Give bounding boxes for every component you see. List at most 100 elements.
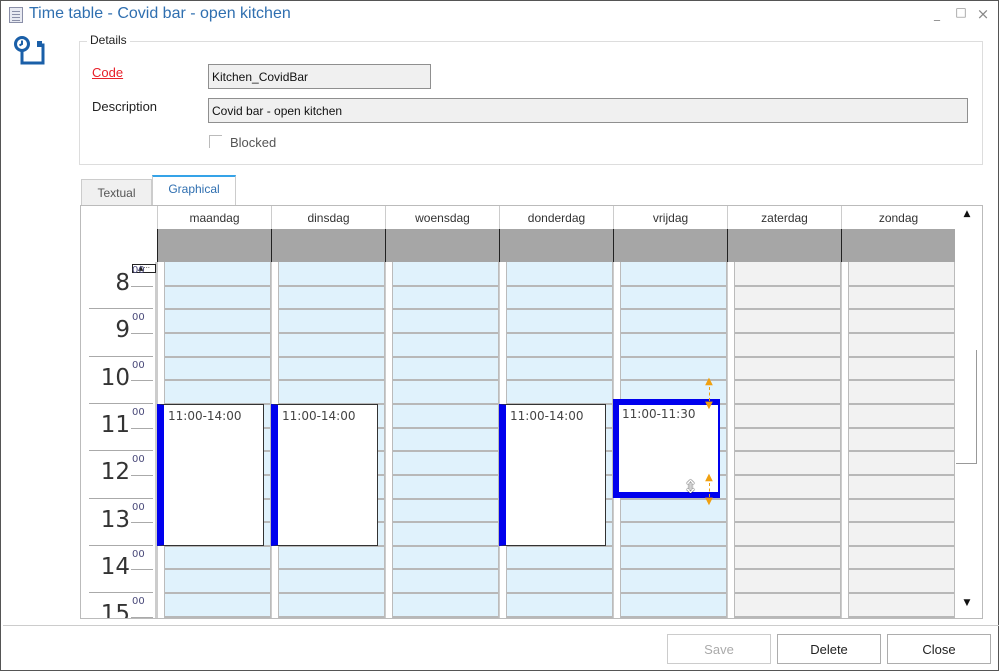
half-hour-line (393, 497, 498, 500)
half-hour-line (849, 426, 954, 429)
day-column-zondag[interactable] (841, 262, 955, 618)
all-day-row[interactable] (613, 229, 727, 262)
half-hour-line (849, 497, 954, 500)
half-hour-line (393, 473, 498, 476)
all-day-row[interactable] (499, 229, 613, 262)
hour-label: 10 (100, 364, 130, 391)
save-button[interactable]: Save (667, 634, 771, 664)
day-column-zaterdag[interactable] (727, 262, 841, 618)
hour-tick (89, 592, 153, 594)
code-field[interactable]: Kitchen_CovidBar (208, 64, 431, 89)
day-header-dinsdag: dinsdag (271, 206, 385, 229)
half-hour-line (279, 308, 384, 311)
scroll-down-arrow-icon[interactable]: ▼ (957, 598, 977, 616)
hour-tick (89, 497, 153, 499)
hour-label: 8 (115, 270, 130, 296)
half-hour-line (735, 497, 840, 500)
half-hour-line (393, 426, 498, 429)
all-day-row[interactable] (385, 229, 499, 262)
half-hour-line (279, 615, 384, 618)
half-hour-line (735, 615, 840, 618)
half-hour-line (849, 450, 954, 453)
half-hour-line (621, 284, 726, 287)
half-hour-line (735, 592, 840, 595)
all-day-row[interactable] (727, 229, 841, 262)
hour-label: 9 (115, 317, 130, 344)
time-slot[interactable]: 11:00-14:00 (271, 403, 378, 546)
minute-label: 00 (132, 359, 145, 371)
tab-textual[interactable]: Textual (81, 179, 152, 206)
half-hour-tick (131, 427, 153, 429)
half-hour-line (621, 544, 726, 547)
all-day-row[interactable] (271, 229, 385, 262)
half-hour-line (393, 308, 498, 311)
half-hour-line (849, 284, 954, 287)
half-hour-line (621, 615, 726, 618)
half-hour-line (393, 355, 498, 358)
half-hour-line (735, 355, 840, 358)
hour-label: 14 (100, 553, 130, 580)
minute-label: 00 (132, 265, 145, 276)
half-hour-line (393, 521, 498, 524)
all-day-row[interactable] (157, 229, 271, 262)
close-button[interactable]: Close (887, 634, 991, 664)
delete-button[interactable]: Delete (777, 634, 881, 664)
day-header-zondag: zondag (841, 206, 955, 229)
weekly-schedule-grid[interactable]: ▲··· 8 00 9 00 10 00 11 00 12 00 13 00 14 00 15 00 ▲ ▼ … (80, 205, 983, 619)
half-hour-line (735, 331, 840, 334)
scrollbar-thumb[interactable] (956, 350, 977, 464)
minute-label: 00 (132, 501, 145, 513)
half-hour-line (393, 568, 498, 571)
half-hour-line (621, 592, 726, 595)
close-window-button[interactable]: × (975, 5, 991, 23)
half-hour-line (849, 331, 954, 334)
half-hour-line (279, 331, 384, 334)
half-hour-tick (131, 285, 153, 287)
tab-graphical[interactable]: Graphical (152, 175, 236, 206)
half-hour-tick (131, 522, 153, 524)
half-hour-line (393, 284, 498, 287)
half-hour-line (849, 473, 954, 476)
minute-label: 00 (132, 548, 145, 560)
half-hour-tick (131, 569, 153, 571)
time-slot[interactable]: 11:00-14:00 (157, 403, 264, 546)
day-header-maandag: maandag (157, 206, 271, 229)
minimize-button[interactable]: _ (929, 7, 945, 21)
half-hour-tick (131, 332, 153, 334)
day-column-body[interactable] (848, 262, 955, 618)
day-column-woensdag[interactable] (385, 262, 499, 618)
hour-tick (89, 308, 153, 310)
details-legend: Details (87, 33, 130, 47)
hour-label: 15 (100, 601, 130, 619)
half-hour-line (393, 592, 498, 595)
scroll-up-arrow-icon[interactable]: ▲ (957, 209, 977, 227)
half-hour-line (849, 592, 954, 595)
half-hour-line (621, 355, 726, 358)
day-column-body[interactable] (392, 262, 499, 618)
half-hour-line (279, 355, 384, 358)
half-hour-line (507, 615, 612, 618)
time-slot-label: 11:00-14:00 (282, 408, 356, 423)
timetable-clock-icon (14, 36, 45, 65)
maximize-button[interactable]: □ (953, 5, 969, 19)
minute-label: 00 (132, 596, 145, 608)
hour-label: 11 (100, 411, 130, 438)
document-icon (9, 7, 23, 23)
half-hour-line (165, 615, 270, 618)
resize-top-handle-icon[interactable]: ▲ ▼ (704, 377, 714, 411)
time-slot[interactable]: 11:00-14:00 (499, 403, 606, 546)
day-header-woensdag: woensdag (385, 206, 499, 229)
day-column-body[interactable] (734, 262, 841, 618)
half-hour-line (165, 284, 270, 287)
half-hour-line (507, 284, 612, 287)
all-day-row[interactable] (841, 229, 955, 262)
minute-label: 00 (132, 454, 145, 466)
half-hour-line (849, 521, 954, 524)
resize-bottom-handle-icon[interactable]: ▲ ▼ (704, 472, 714, 507)
hour-label: 13 (100, 506, 130, 533)
blocked-checkbox[interactable] (209, 135, 222, 148)
half-hour-line (621, 331, 726, 334)
description-field[interactable]: Covid bar - open kitchen (208, 98, 968, 123)
half-hour-line (279, 568, 384, 571)
vertical-scrollbar[interactable]: ▲ ▼ (954, 206, 978, 618)
